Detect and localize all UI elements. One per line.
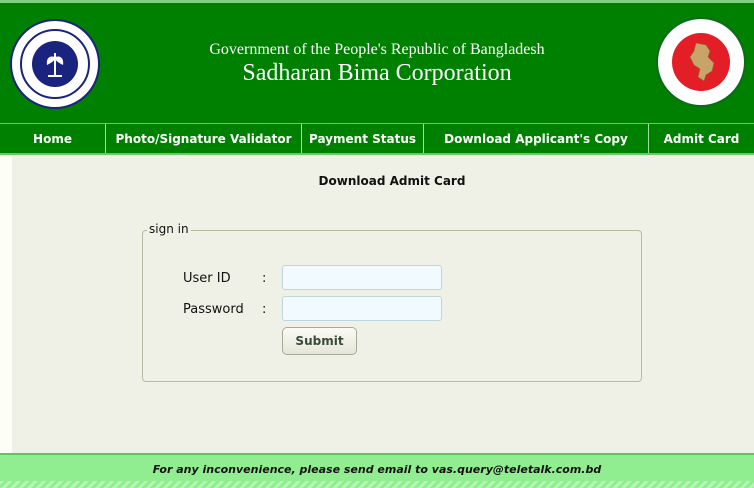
site-header: Government of the People's Republic of B… [0,0,754,123]
footer-stripe [0,481,754,488]
bangladesh-govt-seal-icon [656,17,746,107]
nav-admit-card[interactable]: Admit Card [649,124,754,153]
sign-in-legend: sign in [147,222,191,236]
user-id-label: User ID [183,271,231,286]
footer-contact-text: For any inconvenience, please send email… [152,463,602,476]
sign-in-fieldset: sign in User ID : Password : Submit [142,222,642,382]
nav-download-applicants-copy[interactable]: Download Applicant's Copy [424,124,649,153]
submit-button[interactable]: Submit [282,327,357,355]
header-government-title: Government of the People's Republic of B… [209,41,545,58]
password-label: Password [183,302,244,317]
header-organization-title: Sadharan Bima Corporation [242,60,512,86]
main-content: Download Admit Card sign in User ID : Pa… [12,155,754,453]
site-footer: For any inconvenience, please send email… [0,453,754,488]
page-title: Download Admit Card [318,174,466,188]
user-id-input[interactable] [282,265,442,290]
password-colon: : [262,302,267,317]
password-input[interactable] [282,296,442,321]
main-navigation: Home Photo/Signature Validator Payment S… [0,123,754,155]
user-id-colon: : [262,271,267,286]
left-margin-strip [0,155,12,453]
nav-photo-signature-validator[interactable]: Photo/Signature Validator [106,124,302,153]
nav-payment-status[interactable]: Payment Status [302,124,424,153]
nav-home[interactable]: Home [0,124,106,153]
